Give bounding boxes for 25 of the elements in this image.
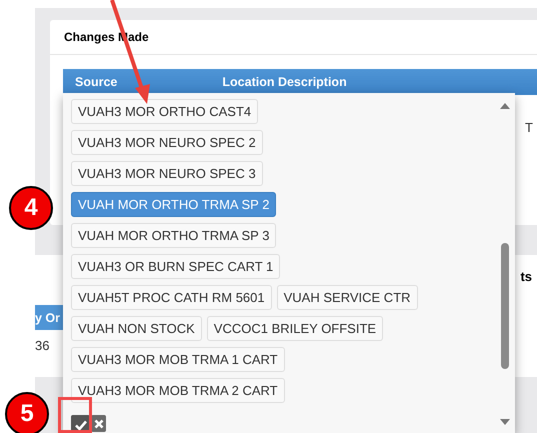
highlight-frame bbox=[58, 397, 92, 433]
close-icon bbox=[92, 418, 104, 430]
option-item[interactable]: VUAH3 MOR NEURO SPEC 3 bbox=[71, 161, 263, 186]
section-heading: ts bbox=[520, 268, 532, 284]
option-item[interactable]: VUAH3 OR BURN SPEC CART 1 bbox=[71, 254, 280, 279]
column-header: Source bbox=[75, 75, 118, 89]
option-item[interactable]: VUAH3 MOR NEURO SPEC 2 bbox=[71, 130, 263, 155]
scroll-down-icon[interactable] bbox=[500, 419, 510, 425]
option-item[interactable]: VUAH3 MOR ORTHO CAST4 bbox=[71, 99, 258, 124]
cancel-button[interactable] bbox=[91, 415, 106, 432]
column-header: y Or bbox=[35, 310, 60, 324]
table-cell: 36 bbox=[35, 338, 50, 353]
column-header: Location Description bbox=[222, 75, 347, 89]
option-item[interactable]: VUAH MOR ORTHO TRMA SP 3 bbox=[71, 223, 276, 248]
table-cell: T bbox=[525, 120, 533, 135]
option-item[interactable]: VUAH3 MOR MOB TRMA 1 CART bbox=[71, 347, 285, 372]
option-item[interactable]: VCCOC1 BRILEY OFFSITE bbox=[206, 316, 384, 341]
scrollbar-thumb[interactable] bbox=[501, 243, 509, 369]
step-badge: 4 bbox=[9, 186, 53, 230]
option-item[interactable]: VUAH SERVICE CTR bbox=[276, 285, 418, 310]
option-item[interactable]: VUAH5T PROC CATH RM 5601 bbox=[71, 285, 272, 310]
option-item[interactable]: VUAH NON STOCK bbox=[71, 316, 202, 341]
step-badge: 5 bbox=[5, 392, 49, 433]
option-item[interactable]: VUAH3 MOR MOB TRMA 2 CART bbox=[71, 378, 285, 403]
scroll-up-icon[interactable] bbox=[500, 103, 510, 109]
